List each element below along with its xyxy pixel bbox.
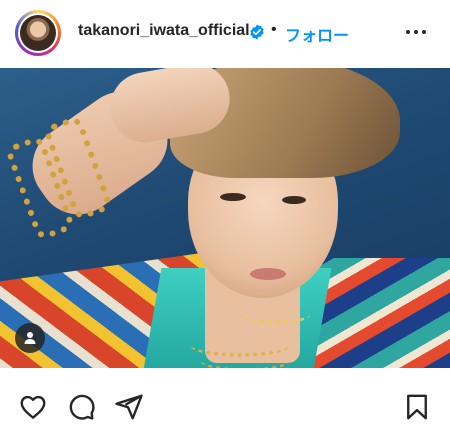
user-tag-icon[interactable] xyxy=(15,323,45,353)
verified-badge-icon xyxy=(250,24,264,40)
photo-necklace xyxy=(200,348,290,368)
post-actions xyxy=(0,380,450,436)
username-link[interactable]: takanori_iwata_official xyxy=(78,22,250,40)
more-options-icon[interactable] xyxy=(404,26,428,38)
post-photo[interactable] xyxy=(0,68,450,368)
user-tag-glyph xyxy=(24,332,36,344)
photo-lips xyxy=(250,268,286,280)
photo-necklace xyxy=(240,306,310,324)
avatar-photo xyxy=(20,15,56,51)
bookmark-icon[interactable] xyxy=(402,392,432,422)
heart-icon[interactable] xyxy=(18,392,48,422)
avatar[interactable] xyxy=(15,10,61,56)
photo-eye-left xyxy=(220,193,246,201)
comment-icon[interactable] xyxy=(66,392,96,422)
share-icon[interactable] xyxy=(114,392,144,422)
follow-button[interactable]: フォロー xyxy=(285,22,349,46)
photo-eye-right xyxy=(282,196,306,204)
avatar-border xyxy=(18,13,58,53)
separator-dot: • xyxy=(271,21,277,38)
post-header: takanori_iwata_official • フォロー xyxy=(0,0,450,64)
